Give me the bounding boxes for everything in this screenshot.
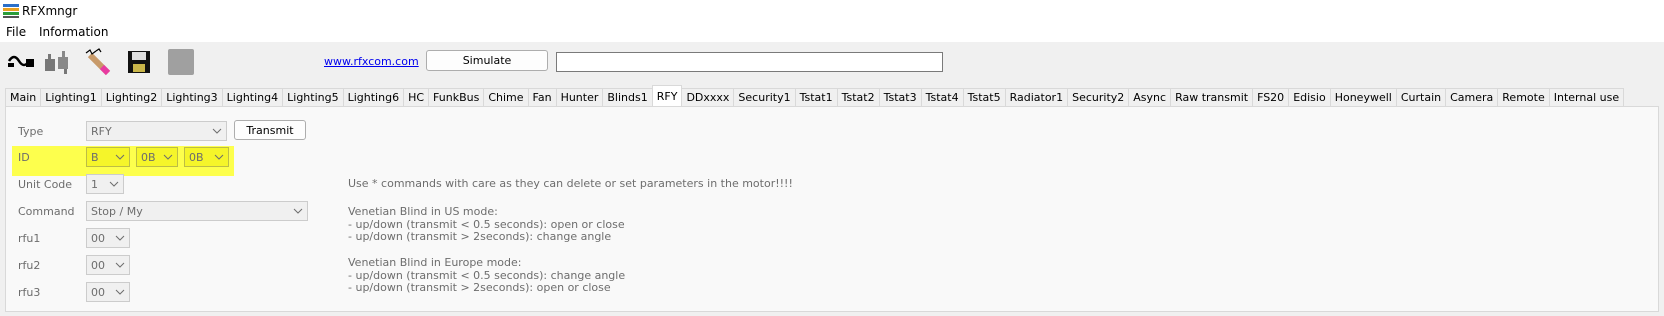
command-select[interactable]: Stop / My bbox=[86, 201, 308, 221]
tab-security2[interactable]: Security2 bbox=[1067, 88, 1130, 106]
chevron-down-icon bbox=[115, 235, 125, 241]
rfu2-label: rfu2 bbox=[18, 259, 41, 272]
id-select-1[interactable]: B bbox=[86, 147, 130, 167]
tab-tstat1[interactable]: Tstat1 bbox=[794, 88, 838, 106]
id-label: ID bbox=[18, 151, 30, 164]
tab-radiator1[interactable]: Radiator1 bbox=[1004, 88, 1069, 106]
tab-lighting1[interactable]: Lighting1 bbox=[40, 88, 102, 106]
chevron-down-icon bbox=[214, 154, 224, 160]
transmit-button[interactable]: Transmit bbox=[234, 120, 306, 140]
tab-internal-use[interactable]: Internal use bbox=[1548, 88, 1625, 106]
chevron-down-icon bbox=[163, 154, 173, 160]
tab-remote[interactable]: Remote bbox=[1497, 88, 1550, 106]
eu-mode-title: Venetian Blind in Europe mode: bbox=[348, 256, 522, 269]
rfu1-label: rfu1 bbox=[18, 232, 41, 245]
tab-hc[interactable]: HC bbox=[403, 88, 430, 106]
tab-rfy[interactable]: RFY bbox=[651, 85, 683, 106]
id-select-1-value: B bbox=[91, 151, 99, 164]
menu-bar: File Information bbox=[0, 22, 1664, 42]
tab-ddxxxx[interactable]: DDxxxx bbox=[681, 88, 735, 106]
tab-tstat4[interactable]: Tstat4 bbox=[920, 88, 964, 106]
tab-tstat5[interactable]: Tstat5 bbox=[962, 88, 1006, 106]
us-mode-title: Venetian Blind in US mode: bbox=[348, 205, 498, 218]
tab-hunter[interactable]: Hunter bbox=[555, 88, 604, 106]
rfu3-value: 00 bbox=[91, 286, 105, 299]
tab-lighting5[interactable]: Lighting5 bbox=[282, 88, 344, 106]
title-bar: RFXmngr bbox=[0, 0, 1664, 22]
eu-mode-line2: - up/down (transmit > 2seconds): open or… bbox=[348, 281, 611, 294]
tab-strip: Main Lighting1 Lighting2 Lighting3 Lighting4… bbox=[5, 85, 1625, 106]
chevron-down-icon bbox=[115, 154, 125, 160]
us-mode-line2: - up/down (transmit > 2seconds): change … bbox=[348, 230, 612, 243]
command-value: Stop / My bbox=[91, 205, 143, 218]
tab-tstat2[interactable]: Tstat2 bbox=[836, 88, 880, 106]
disconnect-icon[interactable] bbox=[42, 47, 72, 77]
simulate-button[interactable]: Simulate bbox=[426, 50, 548, 71]
us-mode-note: Venetian Blind in US mode: - up/down (tr… bbox=[348, 205, 625, 244]
type-select-value: RFY bbox=[91, 125, 112, 138]
tab-lighting6[interactable]: Lighting6 bbox=[342, 88, 405, 106]
unit-code-value: 1 bbox=[91, 178, 98, 191]
type-select[interactable]: RFY bbox=[86, 121, 227, 141]
command-label: Command bbox=[18, 205, 75, 218]
id-select-3[interactable]: 0B bbox=[184, 147, 229, 167]
tab-funkbus[interactable]: FunkBus bbox=[428, 88, 485, 106]
tab-honeywell[interactable]: Honeywell bbox=[1329, 88, 1397, 106]
tab-lighting4[interactable]: Lighting4 bbox=[221, 88, 284, 106]
chevron-down-icon bbox=[293, 208, 303, 214]
unit-code-label: Unit Code bbox=[18, 178, 73, 191]
tab-blinds1[interactable]: Blinds1 bbox=[602, 88, 653, 106]
rfu3-select[interactable]: 00 bbox=[86, 282, 130, 302]
eu-mode-note: Venetian Blind in Europe mode: - up/down… bbox=[348, 256, 625, 295]
type-label: Type bbox=[18, 125, 44, 138]
rfu2-select[interactable]: 00 bbox=[86, 255, 130, 275]
id-select-2[interactable]: 0B bbox=[136, 147, 178, 167]
tab-async[interactable]: Async bbox=[1128, 88, 1172, 106]
tab-chime[interactable]: Chime bbox=[483, 88, 529, 106]
menu-file[interactable]: File bbox=[6, 25, 26, 39]
toolbar: www.rfxcom.com Simulate bbox=[0, 42, 1664, 86]
id-select-3-value: 0B bbox=[189, 151, 204, 164]
menu-information[interactable]: Information bbox=[39, 25, 108, 39]
tab-lighting3[interactable]: Lighting3 bbox=[161, 88, 223, 106]
tab-main[interactable]: Main bbox=[5, 88, 42, 106]
tab-tstat3[interactable]: Tstat3 bbox=[878, 88, 922, 106]
chevron-down-icon bbox=[115, 262, 125, 268]
connect-icon[interactable] bbox=[6, 47, 36, 77]
id-select-2-value: 0B bbox=[141, 151, 156, 164]
window-title: RFXmngr bbox=[22, 4, 78, 18]
tab-raw-transmit[interactable]: Raw transmit bbox=[1170, 88, 1254, 106]
app-logo-icon bbox=[3, 4, 19, 18]
rfu1-value: 00 bbox=[91, 232, 105, 245]
chevron-down-icon bbox=[109, 181, 119, 187]
save-icon[interactable] bbox=[124, 47, 154, 77]
rfxcom-link[interactable]: www.rfxcom.com bbox=[324, 55, 419, 68]
rfu1-select[interactable]: 00 bbox=[86, 228, 130, 248]
tab-curtain[interactable]: Curtain bbox=[1395, 88, 1447, 106]
chevron-down-icon bbox=[115, 289, 125, 295]
status-input[interactable] bbox=[556, 52, 943, 72]
tab-edisio[interactable]: Edisio bbox=[1288, 88, 1331, 106]
chevron-down-icon bbox=[212, 128, 222, 134]
tab-fan[interactable]: Fan bbox=[527, 88, 557, 106]
wand-icon[interactable] bbox=[84, 47, 114, 77]
warning-note: Use * commands with care as they can del… bbox=[348, 177, 793, 190]
unit-code-select[interactable]: 1 bbox=[86, 174, 124, 194]
tab-camera[interactable]: Camera bbox=[1445, 88, 1499, 106]
blank-icon[interactable] bbox=[166, 47, 196, 77]
rfu3-label: rfu3 bbox=[18, 286, 41, 299]
rfu2-value: 00 bbox=[91, 259, 105, 272]
tab-lighting2[interactable]: Lighting2 bbox=[100, 88, 163, 106]
tab-security1[interactable]: Security1 bbox=[733, 88, 796, 106]
tab-fs20[interactable]: FS20 bbox=[1252, 88, 1290, 106]
